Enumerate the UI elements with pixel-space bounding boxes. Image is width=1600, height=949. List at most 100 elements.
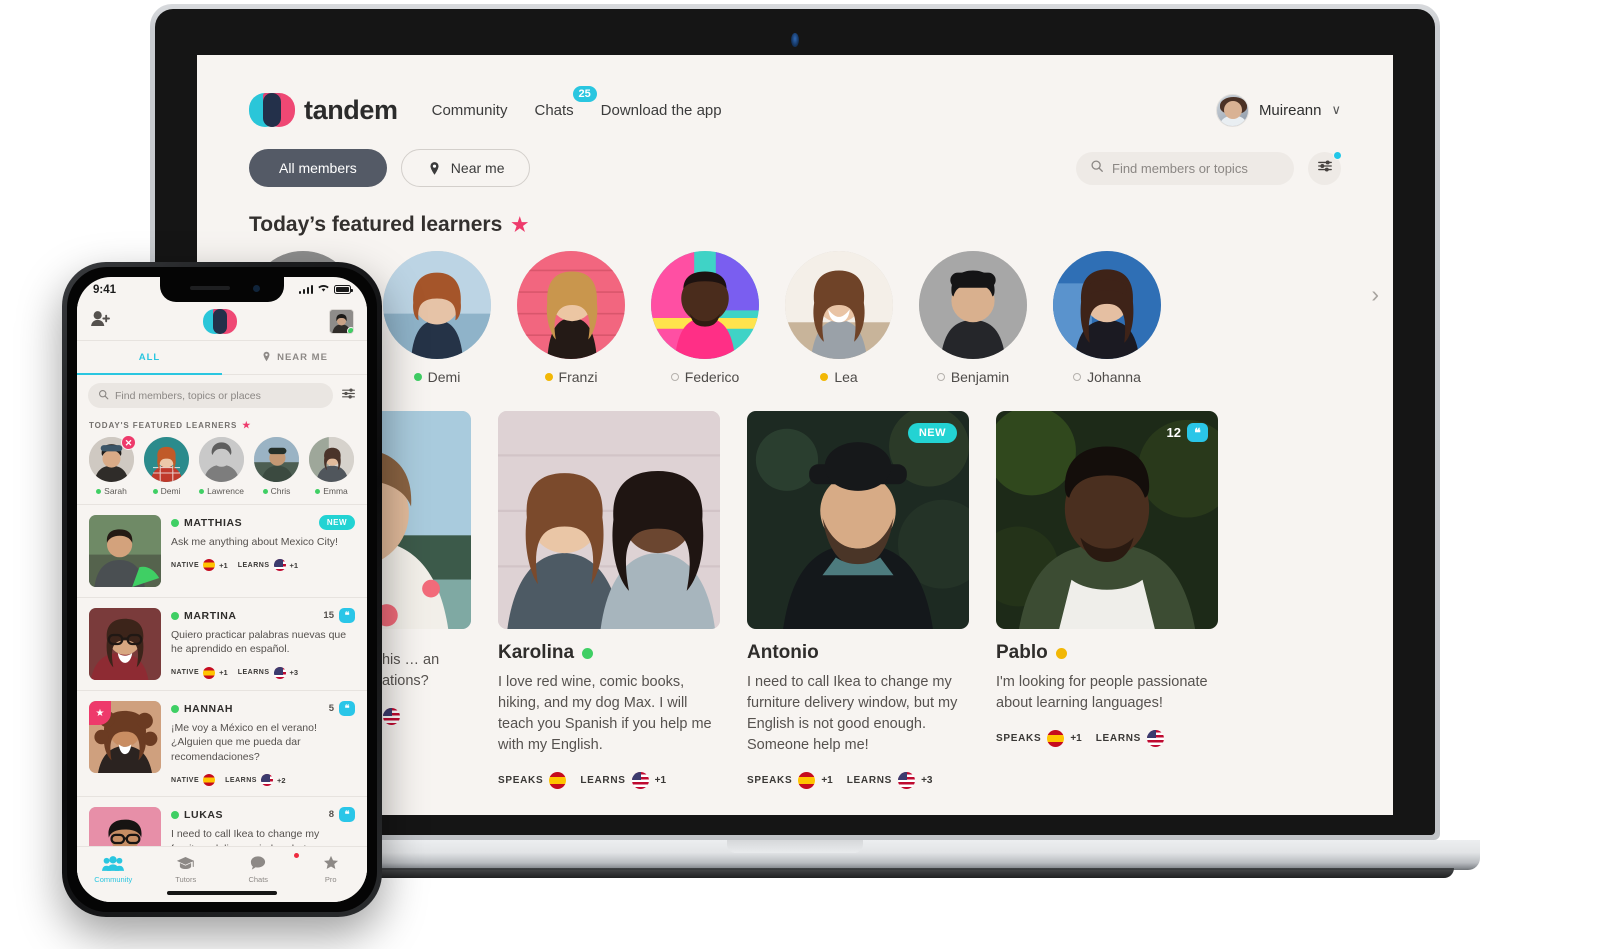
phone-featured-learner[interactable]: Demi: [144, 437, 189, 496]
brand-name: tandem: [304, 94, 398, 125]
nav-item-community[interactable]: Community: [432, 102, 508, 119]
flag-usa-icon: [273, 559, 286, 572]
home-indicator: [167, 891, 277, 895]
bottom-tab-community[interactable]: Community: [77, 854, 150, 884]
phone-featured-learner[interactable]: Chris: [254, 437, 299, 496]
near-me-button[interactable]: Near me: [400, 149, 531, 187]
featured-learner[interactable]: Demi: [383, 251, 491, 385]
native-group: NATIVE +1: [171, 559, 228, 572]
status-dot: [347, 326, 353, 333]
member-name-row: Antonio: [747, 642, 969, 664]
member-card[interactable]: NEW Antonio I need to call Ikea to chang…: [747, 411, 969, 789]
user-menu[interactable]: Muireann ∨: [1215, 93, 1341, 127]
list-item[interactable]: ★ HANNAH 5 ❝ ¡Me voy a México en el vera…: [77, 690, 367, 796]
learns-more-count: +1: [654, 774, 667, 786]
close-icon[interactable]: ✕: [121, 435, 136, 450]
status-dot: [1073, 373, 1082, 381]
phone-featured-name-row: Lawrence: [199, 486, 244, 496]
speech-bubble-icon: ❝: [339, 608, 355, 623]
tandem-logo[interactable]: tandem: [249, 93, 398, 127]
featured-learner[interactable]: Lea: [785, 251, 893, 385]
search-box[interactable]: [1076, 151, 1294, 185]
member-card[interactable]: 12 ❝ Pablo I'm looking for people passio…: [996, 411, 1218, 789]
list-item[interactable]: MARTINA 15 ❝ Quiero practicar palabras n…: [77, 597, 367, 690]
phone-featured-heading: TODAY'S FEATURED LEARNERS ★: [77, 416, 367, 431]
status-dot: [670, 373, 679, 381]
member-card[interactable]: Karolina I love red wine, comic books, h…: [498, 411, 720, 789]
filter-settings-button[interactable]: [1308, 150, 1342, 185]
featured-next-arrow-icon[interactable]: ›: [1371, 281, 1379, 308]
location-pin-icon: [261, 351, 272, 365]
featured-learner[interactable]: Johanna: [1053, 251, 1161, 385]
member-name: Karolina: [498, 642, 575, 663]
member-message: Quiero practicar palabras nuevas que he …: [171, 629, 347, 656]
member-name: LUKAS: [184, 808, 224, 821]
phone-featured-name: Chris: [270, 486, 291, 496]
learns-label: LEARNS: [225, 776, 257, 784]
member-bio: I'm looking for people passionate about …: [996, 674, 1208, 711]
phone-featured-learner[interactable]: Lawrence: [199, 437, 244, 496]
learns-label: LEARNS: [237, 561, 270, 569]
learns-label: LEARNS: [1095, 732, 1142, 744]
bottom-tab-chats[interactable]: Chats: [222, 853, 299, 884]
new-badge: NEW: [318, 515, 355, 530]
member-name-row: Pablo: [996, 642, 1218, 664]
sliders-icon[interactable]: [341, 386, 356, 406]
bottom-tab-tutors-label: Tutors: [175, 875, 197, 884]
native-label: NATIVE: [171, 669, 200, 677]
phone-featured-row: ✕ Sarah Demi Lawrence Chris Emma: [77, 431, 367, 504]
featured-learner[interactable]: Federico: [651, 251, 759, 385]
featured-learner-name: Demi: [427, 369, 461, 385]
phone-featured-name: Demi: [160, 486, 181, 496]
status-dot: [820, 373, 829, 381]
tab-near-me[interactable]: NEAR ME: [222, 341, 367, 374]
bottom-tab-pro[interactable]: Pro: [295, 854, 368, 884]
sliders-icon: [1317, 158, 1333, 179]
phone-featured-learner[interactable]: ✕ Sarah: [89, 435, 136, 496]
search-area: [1076, 150, 1342, 185]
phone-featured-title: TODAY'S FEATURED LEARNERS: [89, 421, 238, 430]
nav-item-download-app[interactable]: Download the app: [601, 102, 722, 119]
learns-more-count: +2: [276, 775, 286, 785]
search-input[interactable]: [1112, 160, 1280, 176]
featured-learner-name: Johanna: [1087, 369, 1141, 385]
phone-featured-name: Sarah: [104, 486, 127, 496]
phone-featured-learner[interactable]: Emma: [309, 437, 354, 496]
featured-learners-heading: Today’s featured learners ★: [197, 187, 1393, 237]
add-person-icon[interactable]: [90, 310, 111, 332]
avatar: [309, 437, 354, 482]
member-message: ¡Me voy a México en el verano! ¿Alguien …: [171, 722, 317, 763]
phone-app-header: [77, 302, 367, 341]
phone-featured-name: Lawrence: [207, 486, 244, 496]
bottom-tab-tutors[interactable]: Tutors: [150, 854, 223, 884]
new-badge: NEW: [907, 423, 957, 443]
list-item-header: MARTINA 15 ❝: [171, 608, 355, 623]
featured-learner-name: Franzi: [558, 369, 598, 385]
all-members-button[interactable]: All members: [249, 149, 387, 187]
avatar[interactable]: [329, 308, 354, 334]
filter-notification-dot: [1333, 150, 1342, 160]
nav-item-chats[interactable]: Chats 25: [534, 85, 597, 119]
near-me-label: Near me: [450, 160, 505, 176]
tab-all[interactable]: ALL: [77, 341, 222, 374]
list-item-meta: NEW: [318, 515, 355, 530]
star-icon: ★: [511, 214, 529, 236]
tandem-logo-icon[interactable]: [203, 308, 237, 334]
member-name: Antonio: [747, 642, 819, 663]
speech-bubble-icon: ❝: [1187, 423, 1208, 442]
speaks-more-count: +1: [1070, 732, 1082, 744]
featured-learner[interactable]: Franzi: [517, 251, 625, 385]
chevron-down-icon: ∨: [1331, 102, 1341, 117]
featured-learner[interactable]: Benjamin: [919, 251, 1027, 385]
search-input[interactable]: Find members, topics or places: [88, 383, 333, 408]
learns-group: LEARNS +3: [238, 666, 298, 679]
member-languages: SPEAKS +1 LEARNS: [996, 729, 1218, 747]
cellular-bars-icon: [298, 285, 313, 294]
status-dot: [152, 488, 158, 494]
phone-tab-bar: ALL NEAR ME: [77, 341, 367, 375]
status-dot: [544, 373, 553, 381]
flag-usa-icon: [260, 774, 273, 787]
member-languages: NATIVE LEARNS +2: [171, 774, 355, 787]
list-item[interactable]: MATTHIAS NEW Ask me anything about Mexic…: [77, 504, 367, 597]
learns-label: LEARNS: [846, 774, 893, 786]
